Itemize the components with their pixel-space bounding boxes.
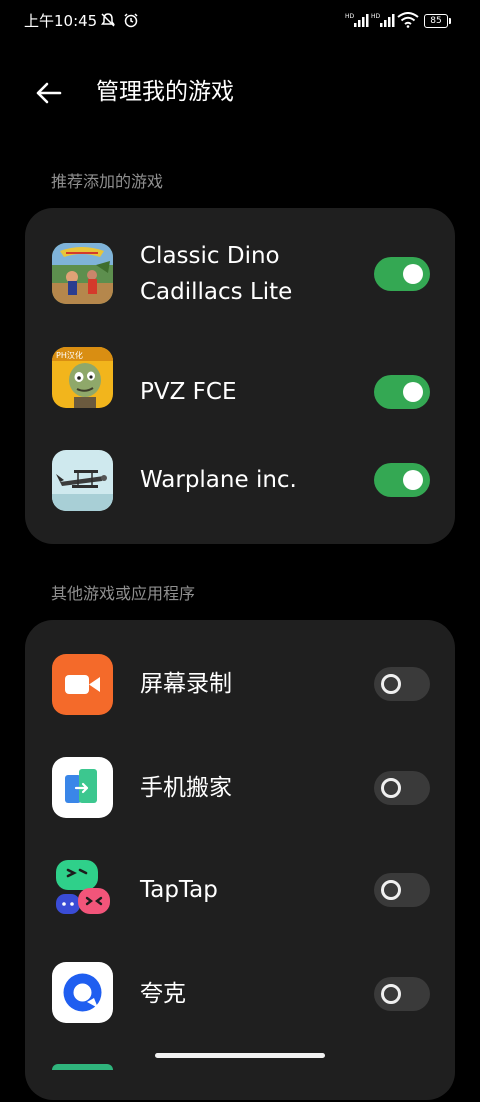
quark-browser-icon [52, 962, 113, 1023]
section-label-others: 其他游戏或应用程序 [51, 584, 196, 603]
app-toggle-switch[interactable] [374, 873, 430, 907]
list-item[interactable]: 屏幕录制 [25, 620, 455, 750]
app-name: TapTap [140, 877, 218, 903]
list-item[interactable]: 夸克 [25, 958, 455, 1062]
svg-text:HD: HD [371, 13, 381, 20]
game-toggle-switch[interactable] [374, 463, 430, 497]
app-toggle-switch[interactable] [374, 771, 430, 805]
phone-transfer-icon [52, 757, 113, 818]
list-item[interactable] [25, 1062, 455, 1102]
dino-game-icon [52, 243, 113, 304]
battery-icon: 85 [424, 14, 451, 28]
list-item[interactable]: Warplane inc. [25, 444, 455, 544]
taptap-icon [52, 858, 113, 919]
list-item[interactable]: 手机搬家 [25, 750, 455, 854]
section-label-recommended: 推荐添加的游戏 [51, 172, 164, 191]
toggle-knob [381, 880, 401, 900]
svg-text:PH汉化: PH汉化 [56, 350, 83, 360]
toggle-knob [381, 778, 401, 798]
app-name: 屏幕录制 [140, 671, 232, 697]
warplane-game-icon [52, 450, 113, 511]
app-toggle-switch[interactable] [374, 667, 430, 701]
mute-notification-icon [100, 12, 116, 32]
toggle-knob [403, 264, 423, 284]
app-name-line-1: Classic Dino [140, 243, 280, 269]
home-indicator[interactable] [155, 1053, 325, 1058]
toggle-knob [403, 470, 423, 490]
app-name-line-2: Cadillacs Lite [140, 279, 293, 305]
recommended-games-card: Classic Dino Cadillacs Lite PH汉化 PVZ FCE [25, 208, 455, 544]
list-item[interactable]: TapTap [25, 854, 455, 958]
app-name: PVZ FCE [140, 379, 237, 405]
game-toggle-switch[interactable] [374, 257, 430, 291]
toggle-knob [381, 674, 401, 694]
arrow-left-icon [28, 82, 72, 120]
hd-signal-icon: HD [371, 12, 395, 32]
svg-text:HD: HD [345, 13, 355, 20]
back-button[interactable] [28, 72, 72, 116]
alarm-icon [123, 12, 139, 32]
app-icon-partial [52, 1064, 113, 1070]
status-bar: 上午10:45 HD HD 85 [0, 0, 480, 42]
app-name: 夸克 [140, 981, 186, 1007]
toggle-knob [381, 984, 401, 1004]
app-name: Classic Dino Cadillacs Lite [140, 238, 360, 310]
status-time: 上午10:45 [24, 12, 98, 30]
app-name: 手机搬家 [140, 775, 232, 801]
list-item[interactable]: PH汉化 PVZ FCE [25, 340, 455, 444]
page-title: 管理我的游戏 [96, 79, 234, 105]
zombie-game-icon: PH汉化 [52, 347, 113, 408]
toggle-knob [403, 382, 423, 402]
wifi-icon [397, 12, 419, 32]
list-item[interactable]: Classic Dino Cadillacs Lite [25, 208, 455, 340]
other-apps-card: 屏幕录制 手机搬家 TapTap 夸克 [25, 620, 455, 1100]
app-name: Warplane inc. [140, 467, 297, 493]
game-toggle-switch[interactable] [374, 375, 430, 409]
hd-signal-icon: HD [345, 12, 369, 32]
screen-recorder-icon [52, 654, 113, 715]
app-toggle-switch[interactable] [374, 977, 430, 1011]
